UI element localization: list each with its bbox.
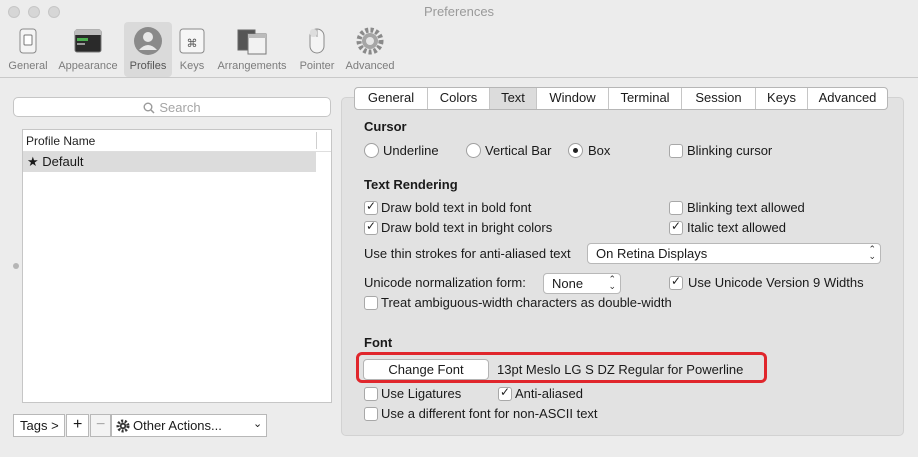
tab-advanced[interactable]: Advanced <box>808 88 887 109</box>
window-title: Preferences <box>423 4 495 19</box>
arrangements-windows-icon <box>237 29 267 55</box>
unicode-normalization-label: Unicode normalization form: <box>364 275 526 290</box>
ambiguous-width-checkbox[interactable] <box>364 296 378 310</box>
tab-general[interactable]: General <box>355 88 428 109</box>
toolbar-advanced[interactable]: Advanced <box>342 22 398 77</box>
text-rendering-heading: Text Rendering <box>364 177 458 192</box>
profiles-table[interactable]: Profile Name ★ Default <box>22 129 332 403</box>
advanced-gear-icon <box>356 27 384 55</box>
ambiguous-width-label: Treat ambiguous-width characters as doub… <box>381 295 672 310</box>
profiles-person-icon <box>134 27 162 55</box>
column-divider <box>316 132 317 149</box>
split-resize-handle[interactable] <box>13 263 19 269</box>
font-heading: Font <box>364 335 393 350</box>
gear-icon <box>116 419 130 433</box>
search-icon <box>143 102 155 114</box>
bold-font-checkbox[interactable] <box>364 199 378 215</box>
blinking-text-checkbox[interactable] <box>669 201 683 215</box>
blinking-cursor-checkbox[interactable] <box>669 144 683 158</box>
cursor-box-label: Box <box>588 143 611 158</box>
bright-colors-checkbox[interactable] <box>364 219 378 235</box>
anti-aliased-label: Anti-aliased <box>515 386 583 401</box>
blinking-cursor-label: Blinking cursor <box>687 143 773 158</box>
remove-profile-button[interactable]: − <box>90 414 111 437</box>
profile-tabs: General Colors Text Window Terminal Sess… <box>354 87 888 110</box>
svg-text:⌘: ⌘ <box>187 37 198 50</box>
toolbar-profiles[interactable]: Profiles <box>124 22 172 77</box>
font-highlight-box <box>356 352 767 383</box>
keys-command-icon: ⌘ <box>179 28 205 54</box>
profile-row-default[interactable]: ★ Default <box>23 152 316 172</box>
cursor-vertical-bar-radio[interactable] <box>466 143 481 158</box>
thin-strokes-label: Use thin strokes for anti-aliased text <box>364 246 571 261</box>
unicode-normalization-select[interactable]: None ⌃ ⌄ <box>543 273 621 294</box>
add-profile-button[interactable]: + <box>66 414 89 437</box>
italic-text-label: Italic text allowed <box>687 220 786 235</box>
unicode-v9-checkbox[interactable] <box>669 274 683 290</box>
tab-colors[interactable]: Colors <box>428 88 490 109</box>
toolbar-general[interactable]: General <box>4 22 52 77</box>
tab-keys[interactable]: Keys <box>756 88 808 109</box>
blinking-text-label: Blinking text allowed <box>687 200 805 215</box>
general-switch-icon <box>19 28 37 54</box>
cursor-underline-radio[interactable] <box>364 143 379 158</box>
search-placeholder: Search <box>159 100 201 115</box>
tab-text[interactable]: Text <box>490 88 537 109</box>
toolbar-pointer[interactable]: Pointer <box>294 22 340 77</box>
title-bar: Preferences <box>0 0 918 22</box>
chevron-down-icon: ⌄ <box>253 418 263 430</box>
profile-name-column-header[interactable]: Profile Name <box>23 130 331 152</box>
non-ascii-font-label: Use a different font for non-ASCII text <box>381 406 598 421</box>
cursor-box-radio[interactable] <box>568 143 583 158</box>
updown-chevron-icon: ⌃ ⌄ <box>608 274 616 291</box>
cursor-vertical-bar-label: Vertical Bar <box>485 143 552 158</box>
appearance-window-icon <box>74 29 102 53</box>
toolbar-appearance[interactable]: Appearance <box>54 22 122 77</box>
pointer-mouse-icon <box>309 28 325 54</box>
non-ascii-font-checkbox[interactable] <box>364 407 378 421</box>
tab-window[interactable]: Window <box>537 88 609 109</box>
preferences-toolbar: General Appearance Profiles ⌘ Keys Arran… <box>0 22 918 78</box>
thin-strokes-select[interactable]: On Retina Displays ⌃ ⌄ <box>587 243 881 264</box>
italic-text-checkbox[interactable] <box>669 219 683 235</box>
cursor-heading: Cursor <box>364 119 407 134</box>
tab-session[interactable]: Session <box>682 88 756 109</box>
bright-colors-label: Draw bold text in bright colors <box>381 220 553 235</box>
toolbar-arrangements[interactable]: Arrangements <box>214 22 290 77</box>
profile-name: ★ Default <box>27 154 84 169</box>
anti-aliased-checkbox[interactable] <box>498 385 512 401</box>
unicode-v9-label: Use Unicode Version 9 Widths <box>688 275 864 290</box>
cursor-underline-label: Underline <box>383 143 439 158</box>
bold-font-label: Draw bold text in bold font <box>381 200 532 215</box>
tab-terminal[interactable]: Terminal <box>609 88 682 109</box>
other-actions-menu[interactable]: Other Actions... ⌄ <box>111 414 267 437</box>
updown-chevron-icon: ⌃ ⌄ <box>868 244 876 261</box>
profile-search-input[interactable]: Search <box>13 97 331 117</box>
tags-button[interactable]: Tags > <box>13 414 65 437</box>
ligatures-label: Use Ligatures <box>381 386 462 401</box>
toolbar-keys[interactable]: ⌘ Keys <box>174 22 210 77</box>
ligatures-checkbox[interactable] <box>364 387 378 401</box>
